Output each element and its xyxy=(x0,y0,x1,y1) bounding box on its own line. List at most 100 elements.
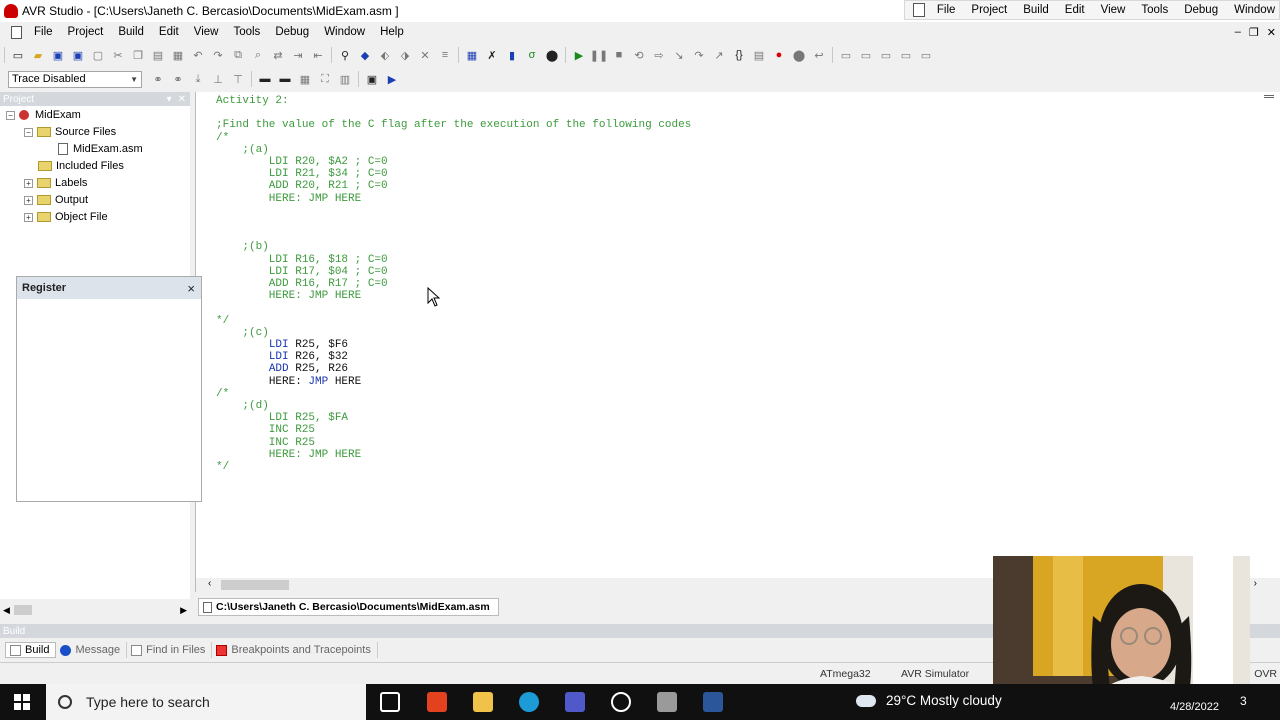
save-all-icon[interactable]: ▣ xyxy=(70,47,86,63)
avr-studio-task-icon[interactable] xyxy=(657,692,677,712)
binoculars-icon[interactable]: ⚲ xyxy=(337,47,353,63)
tab-breakpoints[interactable]: Breakpoints and Tracepoints xyxy=(212,642,378,658)
scroll-thumb[interactable] xyxy=(14,605,32,615)
trace-select[interactable]: Trace Disabled ▼ xyxy=(8,70,142,88)
host-menu-tools[interactable]: Tools xyxy=(1141,4,1168,16)
file-explorer-icon[interactable] xyxy=(473,692,493,712)
menu-edit[interactable]: Edit xyxy=(159,26,179,38)
taskbar-search[interactable]: Type here to search xyxy=(46,684,366,720)
trace-icon-5[interactable]: ⊤ xyxy=(230,71,246,87)
view-icon-5[interactable]: ▭ xyxy=(918,47,934,63)
teams-icon[interactable] xyxy=(565,692,585,712)
new-file-icon[interactable]: ▭ xyxy=(10,47,26,63)
compile-icon[interactable]: ✗ xyxy=(484,47,500,63)
host-menu-debug[interactable]: Debug xyxy=(1184,4,1218,16)
host-menu-build[interactable]: Build xyxy=(1023,4,1049,16)
host-menu-view[interactable]: View xyxy=(1101,4,1126,16)
expand-icon[interactable]: + xyxy=(24,212,33,222)
tree-root[interactable]: − MidExam xyxy=(6,107,81,123)
build-icon[interactable]: ▦ xyxy=(464,47,480,63)
outdent-icon[interactable]: ⇤ xyxy=(310,47,326,63)
stop-icon[interactable]: ■ xyxy=(611,47,627,63)
menu-view[interactable]: View xyxy=(194,26,219,38)
memory-icon[interactable]: ▦ xyxy=(297,71,313,87)
find-icon[interactable]: ⌕ xyxy=(250,47,266,63)
build-run-icon[interactable]: ▮ xyxy=(504,47,520,63)
menu-build[interactable]: Build xyxy=(118,26,144,38)
tree-source-file[interactable]: MidExam.asm xyxy=(58,141,143,157)
indent-icon[interactable]: ⇥ xyxy=(290,47,306,63)
bookmark-icon[interactable]: ◆ xyxy=(357,47,373,63)
tree-labels[interactable]: + Labels xyxy=(24,175,87,191)
reset-icon[interactable]: ⟲ xyxy=(631,47,647,63)
menu-tools[interactable]: Tools xyxy=(233,26,260,38)
chevron-down-icon[interactable]: ▾ xyxy=(167,94,172,105)
trace-icon-1[interactable]: ⚭ xyxy=(150,71,166,87)
taskbar-date[interactable]: 4/28/2022 xyxy=(1170,701,1219,713)
collapse-icon[interactable]: − xyxy=(6,110,15,120)
redo-icon[interactable]: ↷ xyxy=(210,47,226,63)
minimize-icon[interactable]: – xyxy=(1235,26,1241,39)
host-menu-edit[interactable]: Edit xyxy=(1065,4,1085,16)
code-content[interactable]: Activity 2: ;Find the value of the C fla… xyxy=(216,95,691,473)
trace-icon-4[interactable]: ⊥ xyxy=(210,71,226,87)
break-icon[interactable]: ❚❚ xyxy=(590,47,608,63)
code-view-icon[interactable]: ▬ xyxy=(257,71,273,87)
splitter-icon[interactable] xyxy=(1264,95,1274,98)
debug-start-icon[interactable]: ⬤ xyxy=(544,47,560,63)
trace-icon-2[interactable]: ⚭ xyxy=(170,71,186,87)
expand-icon[interactable]: + xyxy=(24,178,33,188)
scroll-right-icon[interactable]: › xyxy=(1254,578,1257,589)
tree-object-file[interactable]: + Object File xyxy=(24,209,108,225)
tree-source-files[interactable]: − Source Files xyxy=(24,124,116,140)
tab-build[interactable]: Build xyxy=(5,642,57,658)
view-icon-2[interactable]: ▭ xyxy=(858,47,874,63)
view-icon-3[interactable]: ▭ xyxy=(878,47,894,63)
clear-breakpoints-icon[interactable]: ⬤ xyxy=(791,47,807,63)
document-icon[interactable] xyxy=(11,25,22,39)
view-icon-4[interactable]: ▭ xyxy=(898,47,914,63)
notification-badge[interactable]: 3 xyxy=(1240,694,1247,708)
tab-message[interactable]: Message xyxy=(56,642,128,658)
prev-bookmark-icon[interactable]: ⬗ xyxy=(397,47,413,63)
scroll-left-icon[interactable]: ◀ xyxy=(3,605,10,616)
io-view-icon[interactable]: ▣ xyxy=(364,71,380,87)
print-icon[interactable]: ▦ xyxy=(170,47,186,63)
code-editor[interactable]: Activity 2: ;Find the value of the C fla… xyxy=(195,92,1280,592)
media-icon[interactable] xyxy=(611,692,631,712)
cut-icon[interactable]: ✂ xyxy=(110,47,126,63)
view-icon-1[interactable]: ▭ xyxy=(838,47,854,63)
step-into-icon[interactable]: ↘ xyxy=(671,47,687,63)
project-scrollbar[interactable]: ◀ ▶ xyxy=(0,603,190,617)
run-to-cursor-icon[interactable]: {} xyxy=(731,47,747,63)
window-icon[interactable]: ⧉ xyxy=(230,47,246,63)
tree-included-files[interactable]: Included Files xyxy=(38,158,124,174)
menu-help[interactable]: Help xyxy=(380,26,404,38)
copy-icon[interactable]: ❐ xyxy=(130,47,146,63)
scroll-left-icon[interactable]: ‹ xyxy=(208,578,211,589)
step-over-icon[interactable]: ↷ xyxy=(691,47,707,63)
open-folder-icon[interactable]: ▰ xyxy=(30,47,46,63)
trace-icon-3[interactable]: ⤓ xyxy=(190,71,206,87)
restore-icon[interactable]: ❐ xyxy=(1249,26,1259,39)
word-icon[interactable] xyxy=(703,692,723,712)
scroll-thumb[interactable] xyxy=(221,580,289,590)
weather-widget[interactable]: 29°C Mostly cloudy xyxy=(856,693,1002,708)
host-menu-window[interactable]: Window xyxy=(1234,4,1275,16)
close-file-icon[interactable]: ▢ xyxy=(90,47,106,63)
disassembly-icon[interactable]: ▬ xyxy=(277,71,293,87)
save-icon[interactable]: ▣ xyxy=(50,47,66,63)
watch-icon[interactable]: ⛶ xyxy=(317,71,333,87)
processor-icon[interactable]: ▶ xyxy=(384,71,400,87)
quickwatch-icon[interactable]: ↩ xyxy=(811,47,827,63)
show-next-icon[interactable]: ⇨ xyxy=(651,47,667,63)
next-bookmark-icon[interactable]: ⬖ xyxy=(377,47,393,63)
undo-icon[interactable]: ↶ xyxy=(190,47,206,63)
tab-find-in-files[interactable]: Find in Files xyxy=(127,642,213,658)
clear-bookmarks-icon[interactable]: ✕ xyxy=(417,47,433,63)
menu-file[interactable]: File xyxy=(34,26,53,38)
close-icon[interactable]: ✕ xyxy=(178,94,186,105)
tree-output[interactable]: + Output xyxy=(24,192,88,208)
tab-midexam[interactable]: C:\Users\Janeth C. Bercasio\Documents\Mi… xyxy=(198,598,499,616)
collapse-icon[interactable]: − xyxy=(24,127,33,137)
